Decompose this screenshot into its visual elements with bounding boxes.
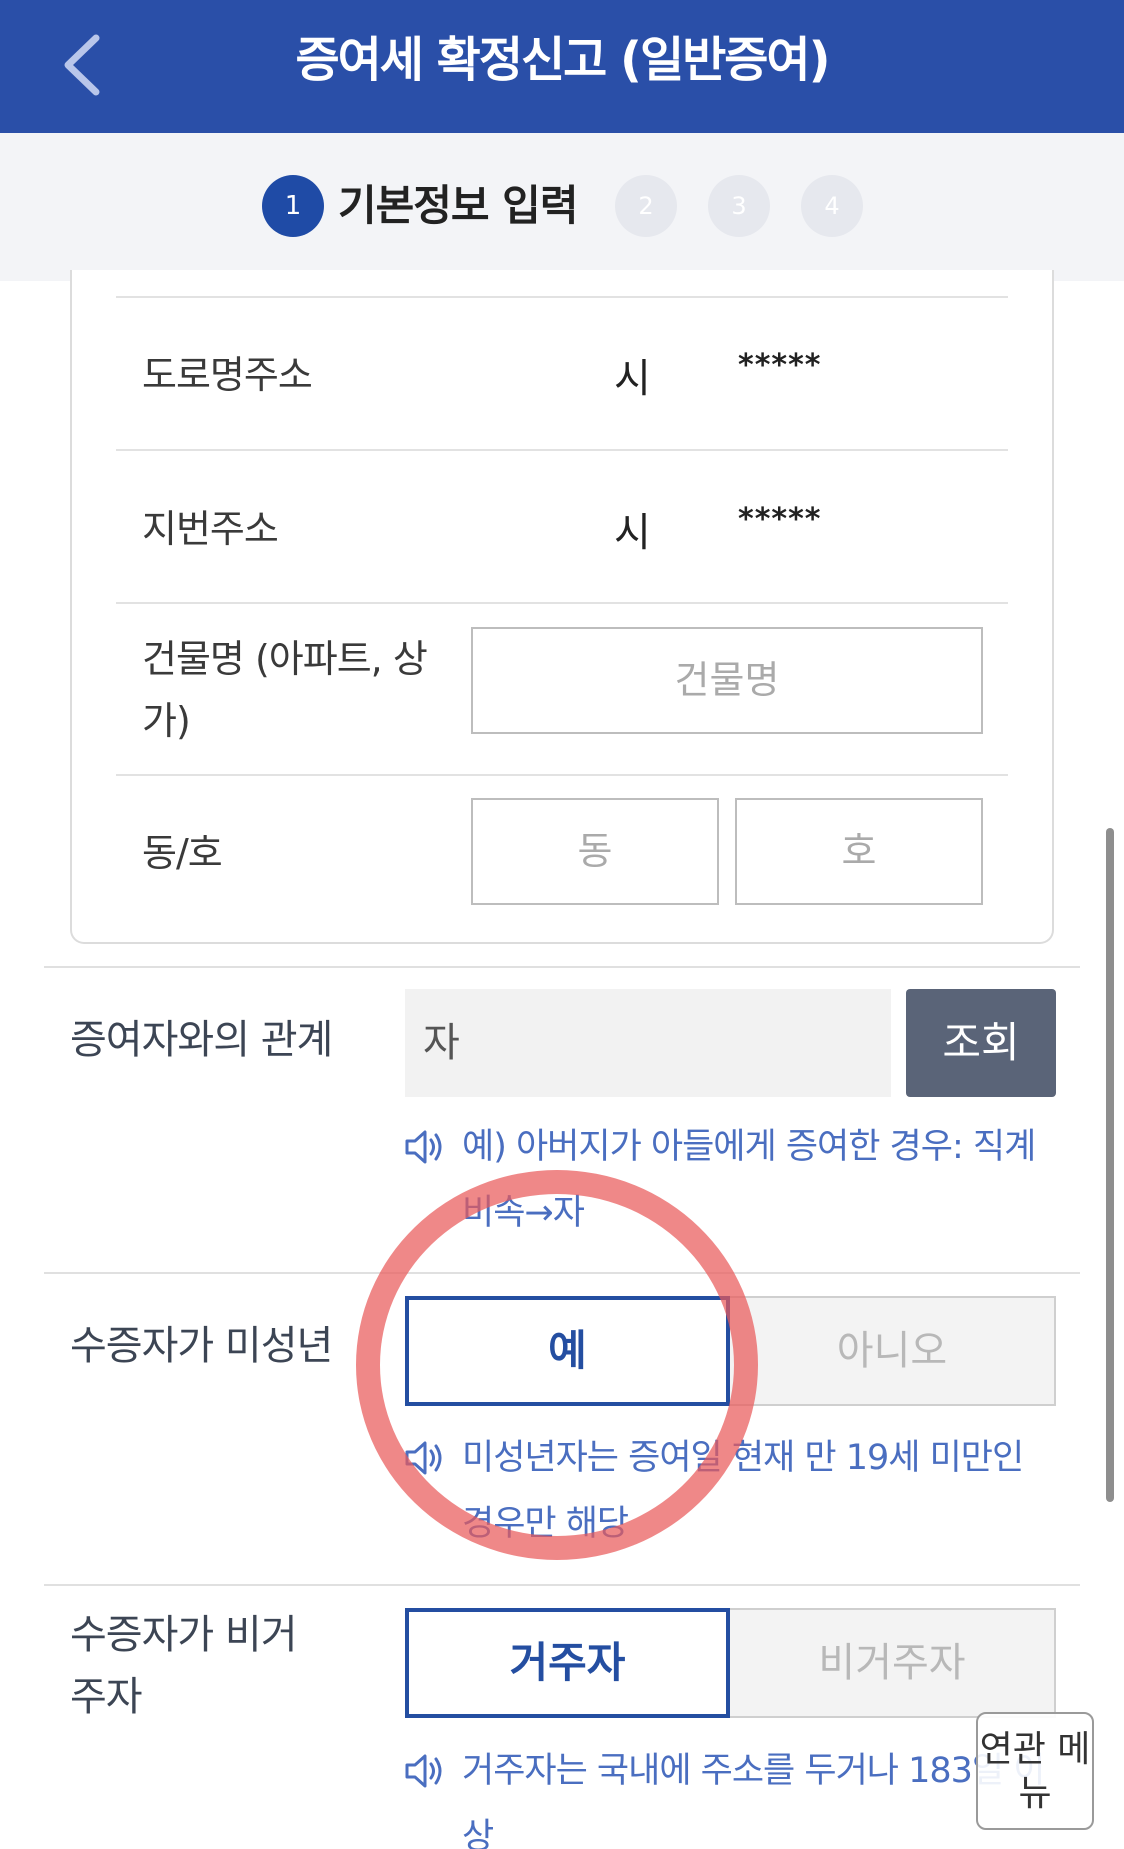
ho-input[interactable]: 호 (735, 798, 983, 905)
relation-label: 증여자와의 관계 (70, 1017, 333, 1063)
resident-button[interactable]: 거주자 (405, 1608, 730, 1718)
search-button[interactable]: 조회 (906, 989, 1056, 1097)
speaker-icon[interactable] (403, 1125, 447, 1169)
divider (44, 1584, 1080, 1586)
step-1-active: 1 (262, 175, 324, 237)
divider (116, 449, 1008, 451)
minor-label: 수증자가 미성년 (70, 1323, 333, 1369)
unit-label: 동/호 (142, 831, 223, 875)
page-title: 증여세 확정신고 (일반증여) (295, 32, 830, 88)
lot-address-city: 시 (614, 510, 651, 556)
divider (116, 602, 1008, 604)
step-3: 3 (708, 175, 770, 237)
nonresident-button[interactable]: 비거주자 (730, 1608, 1056, 1718)
lot-address-masked: ***** (738, 502, 822, 537)
lot-address-label: 지번주소 (142, 507, 279, 551)
divider (116, 296, 1008, 298)
building-name-input[interactable]: 건물명 (471, 627, 983, 734)
road-address-label: 도로명주소 (142, 353, 313, 397)
top-app-bar: 증여세 확정신고 (일반증여) (0, 0, 1124, 133)
residency-hint: 거주자는 국내에 주소를 두거나 183일 이상 (462, 1751, 1045, 1849)
building-name-label: 건물명 (아파트, 상가) (142, 637, 428, 743)
divider (116, 774, 1008, 776)
dong-input[interactable]: 동 (471, 798, 719, 905)
scrollbar[interactable] (1106, 828, 1114, 1502)
step-2: 2 (615, 175, 677, 237)
step-4: 4 (801, 175, 863, 237)
relation-input[interactable]: 자 (405, 989, 891, 1097)
speaker-icon[interactable] (403, 1749, 447, 1793)
road-address-masked: ***** (738, 348, 822, 383)
step-1-label: 기본정보 입력 (338, 181, 578, 230)
divider (44, 966, 1080, 968)
minor-no-button[interactable]: 아니오 (730, 1296, 1056, 1406)
road-address-city: 시 (614, 356, 651, 402)
highlight-annotation-circle (356, 1170, 758, 1560)
related-menu-button[interactable]: 연관 메뉴 (976, 1712, 1094, 1830)
residency-label: 수증자가 비거주자 (70, 1612, 298, 1720)
